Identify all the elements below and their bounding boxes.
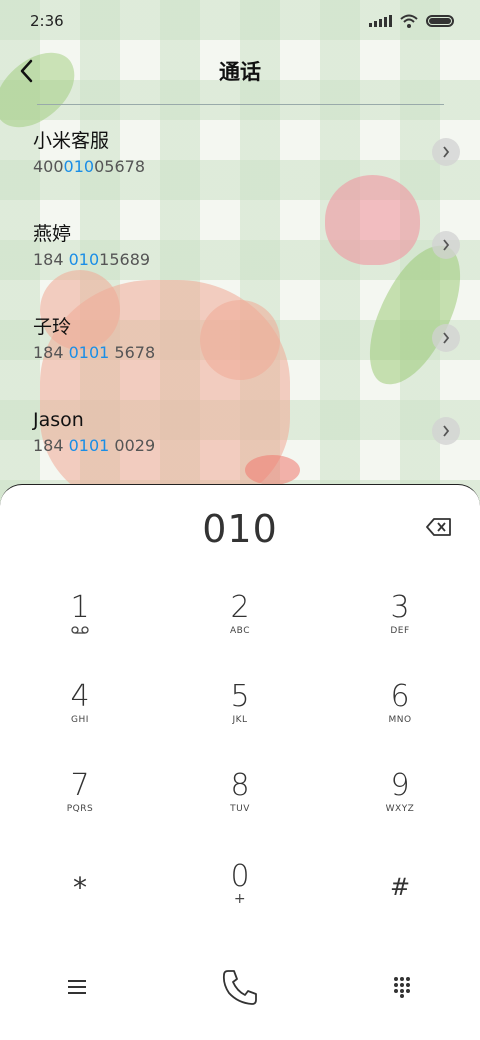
page-title: 通话 bbox=[219, 60, 261, 84]
chevron-right-icon bbox=[443, 146, 450, 158]
app-header: 通话 bbox=[0, 42, 480, 100]
dial-key-3[interactable]: 3 DEF bbox=[340, 575, 460, 655]
chevron-right-icon bbox=[443, 425, 450, 437]
backspace-button[interactable] bbox=[426, 517, 452, 537]
contact-number: 184 0101 0029 bbox=[33, 436, 156, 455]
keypad-toggle-button[interactable] bbox=[380, 967, 424, 1007]
wifi-icon bbox=[400, 14, 418, 28]
status-icons bbox=[369, 14, 454, 28]
contact-detail-button[interactable] bbox=[432, 231, 460, 259]
back-button[interactable] bbox=[14, 54, 38, 88]
contact-detail-button[interactable] bbox=[432, 417, 460, 445]
contact-item[interactable]: Jason 184 0101 0029 bbox=[0, 385, 480, 478]
chevron-right-icon bbox=[443, 239, 450, 251]
call-button[interactable] bbox=[212, 963, 268, 1011]
contact-item[interactable]: 子玲 184 0101 5678 bbox=[0, 292, 480, 385]
dial-key-4[interactable]: 4 GHI bbox=[20, 664, 140, 744]
dialed-number: 010 bbox=[202, 507, 278, 551]
dial-key-6[interactable]: 6 MNO bbox=[340, 664, 460, 744]
divider bbox=[37, 104, 444, 105]
dial-key-5[interactable]: 5 JKL bbox=[180, 664, 300, 744]
phone-icon bbox=[222, 970, 257, 1005]
voicemail-icon bbox=[71, 626, 89, 638]
dial-key-9[interactable]: 9 WXYZ bbox=[340, 753, 460, 833]
contact-results-list: 小米客服 40001005678 燕婷 184 01015689 子玲 184 … bbox=[0, 106, 480, 478]
back-arrow-icon bbox=[20, 59, 33, 83]
dial-key-hash[interactable]: # bbox=[340, 847, 460, 927]
dial-key-1[interactable]: 1 bbox=[20, 575, 140, 655]
chevron-right-icon bbox=[443, 332, 450, 344]
dial-key-2[interactable]: 2 ABC bbox=[180, 575, 300, 655]
battery-icon bbox=[426, 15, 454, 27]
contact-name: 小米客服 bbox=[33, 130, 110, 152]
signal-icon bbox=[369, 15, 392, 27]
keypad-icon bbox=[394, 977, 410, 998]
dial-key-7[interactable]: 7 PQRS bbox=[20, 753, 140, 833]
status-time: 2:36 bbox=[30, 12, 64, 30]
contact-detail-button[interactable] bbox=[432, 138, 460, 166]
dial-key-star[interactable]: * bbox=[20, 847, 140, 927]
contact-number: 40001005678 bbox=[33, 157, 145, 176]
status-bar: 2:36 bbox=[0, 0, 480, 42]
contact-item[interactable]: 燕婷 184 01015689 bbox=[0, 199, 480, 292]
backspace-icon bbox=[426, 518, 451, 536]
contact-name: 子玲 bbox=[33, 316, 72, 338]
contact-name: Jason bbox=[33, 409, 84, 431]
menu-button[interactable] bbox=[55, 967, 99, 1007]
dialer-panel: 010 1 2 ABC 3 DEF 4 GHI 5 JKL 6 MNO 7 PQ… bbox=[0, 484, 480, 1040]
menu-icon bbox=[68, 980, 86, 994]
contact-item[interactable]: 小米客服 40001005678 bbox=[0, 106, 480, 199]
dial-key-8[interactable]: 8 TUV bbox=[180, 753, 300, 833]
contact-number: 184 01015689 bbox=[33, 250, 151, 269]
dial-key-0[interactable]: 0 + bbox=[180, 842, 300, 922]
contact-name: 燕婷 bbox=[33, 223, 72, 245]
contact-number: 184 0101 5678 bbox=[33, 343, 156, 362]
contact-detail-button[interactable] bbox=[432, 324, 460, 352]
